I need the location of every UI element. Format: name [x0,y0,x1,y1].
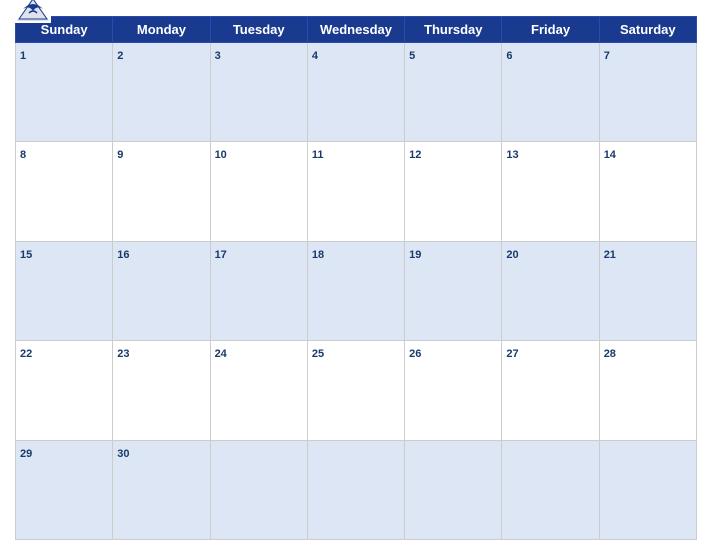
calendar-cell: 18 [307,241,404,340]
calendar-cell: 10 [210,142,307,241]
calendar-cell: 29 [16,440,113,539]
calendar-cell: 15 [16,241,113,340]
weekday-header-tuesday: Tuesday [210,17,307,43]
calendar-header-row: SundayMondayTuesdayWednesdayThursdayFrid… [16,17,697,43]
calendar-cell: 28 [599,341,696,440]
day-number: 28 [604,348,616,360]
calendar-week-5: 29 30 [16,440,697,539]
calendar-cell [307,440,404,539]
day-number: 6 [506,50,512,62]
calendar-cell: 4 [307,43,404,142]
calendar-cell: 2 [113,43,210,142]
day-number: 1 [20,50,26,62]
calendar-cell: 11 [307,142,404,241]
calendar-cell: 9 [113,142,210,241]
day-number: 15 [20,249,32,261]
day-number: 12 [409,149,421,161]
calendar-cell: 24 [210,341,307,440]
calendar-cell: 25 [307,341,404,440]
calendar-cell: 17 [210,241,307,340]
calendar-week-1: 1 2 3 4 5 6 7 [16,43,697,142]
weekday-header-friday: Friday [502,17,599,43]
calendar-cell: 30 [113,440,210,539]
weekday-header-monday: Monday [113,17,210,43]
day-number: 26 [409,348,421,360]
calendar-body: 1234567891011121314151617181920212223242… [16,43,697,540]
calendar-table: SundayMondayTuesdayWednesdayThursdayFrid… [15,16,697,540]
day-number: 19 [409,249,421,261]
calendar-cell: 26 [405,341,502,440]
calendar-cell: 27 [502,341,599,440]
day-number: 13 [506,149,518,161]
day-number: 9 [117,149,123,161]
day-number: 3 [215,50,221,62]
day-number: 2 [117,50,123,62]
logo [15,0,51,25]
day-number: 5 [409,50,415,62]
day-number: 16 [117,249,129,261]
calendar-cell: 21 [599,241,696,340]
day-number: 20 [506,249,518,261]
calendar-cell [599,440,696,539]
weekday-header-thursday: Thursday [405,17,502,43]
calendar-cell: 19 [405,241,502,340]
weekday-header-saturday: Saturday [599,17,696,43]
calendar-cell: 6 [502,43,599,142]
calendar-cell [405,440,502,539]
weekday-header-wednesday: Wednesday [307,17,404,43]
calendar-cell: 1 [16,43,113,142]
calendar-cell: 13 [502,142,599,241]
day-number: 7 [604,50,610,62]
logo-icon [15,0,51,23]
calendar-cell: 3 [210,43,307,142]
calendar-week-2: 8 9 10 11 12 13 14 [16,142,697,241]
day-number: 10 [215,149,227,161]
day-number: 22 [20,348,32,360]
calendar-cell: 20 [502,241,599,340]
calendar-cell: 14 [599,142,696,241]
day-number: 17 [215,249,227,261]
day-number: 4 [312,50,318,62]
day-number: 11 [312,149,324,161]
calendar-week-3: 15 16 17 18 19 20 21 [16,241,697,340]
calendar-cell: 7 [599,43,696,142]
calendar-cell: 12 [405,142,502,241]
calendar-cell: 16 [113,241,210,340]
day-number: 25 [312,348,324,360]
day-number: 8 [20,149,26,161]
calendar-cell [210,440,307,539]
day-number: 27 [506,348,518,360]
day-number: 18 [312,249,324,261]
calendar-cell: 5 [405,43,502,142]
day-number: 14 [604,149,616,161]
day-number: 29 [20,448,32,460]
calendar-cell: 8 [16,142,113,241]
day-number: 21 [604,249,616,261]
day-number: 30 [117,448,129,460]
calendar-week-4: 22 23 24 25 26 27 28 [16,341,697,440]
calendar-cell [502,440,599,539]
calendar-cell: 22 [16,341,113,440]
calendar-cell: 23 [113,341,210,440]
day-number: 23 [117,348,129,360]
day-number: 24 [215,348,227,360]
